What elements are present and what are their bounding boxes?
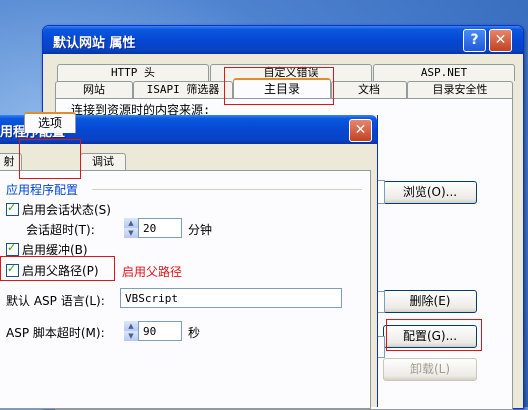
- tab-http-headers[interactable]: HTTP 头: [57, 64, 209, 81]
- tab-options[interactable]: 选项: [24, 112, 76, 133]
- tab-documents[interactable]: 文档: [331, 81, 407, 98]
- script-timeout-unit: 秒: [188, 326, 201, 340]
- remove-button[interactable]: 删除(E): [383, 290, 477, 313]
- close-button[interactable]: ✕: [489, 29, 512, 52]
- tab-aspnet[interactable]: ASP.NET: [373, 64, 515, 81]
- session-timeout-input[interactable]: 20: [138, 218, 182, 238]
- buffering-checkbox[interactable]: [6, 241, 19, 256]
- tab-website[interactable]: 网站: [55, 81, 133, 98]
- tab-directory-security[interactable]: 目录安全性: [407, 81, 513, 98]
- script-timeout-spinner[interactable]: ▲ ▼: [124, 321, 138, 341]
- session-timeout-unit: 分钟: [188, 223, 213, 237]
- browse-button[interactable]: 浏览(O)...: [383, 181, 477, 204]
- session-timeout-spinner[interactable]: ▲ ▼: [124, 218, 138, 238]
- spin-down-icon[interactable]: ▼: [124, 331, 138, 341]
- spin-up-icon[interactable]: ▲: [124, 321, 138, 331]
- help-button[interactable]: ?: [463, 29, 486, 52]
- app-config-close-button[interactable]: ✕: [349, 119, 372, 142]
- parent-paths-annotation: 启用父路径: [122, 265, 183, 279]
- default-language-label: 默认 ASP 语言(L):: [6, 294, 105, 308]
- sliver-field-3: [377, 336, 385, 358]
- highlight-configure-button: [386, 319, 482, 351]
- session-state-label: 启用会话状态(S): [22, 203, 111, 217]
- session-timeout-label: 会话超时(T):: [26, 223, 95, 237]
- tab-isapi-filters[interactable]: ISAPI 筛选器: [133, 81, 233, 98]
- properties-titlebar[interactable]: 默认网站 属性 ? ✕: [43, 26, 523, 54]
- default-language-input[interactable]: VBScript: [120, 288, 342, 308]
- group-app-config-label: 应用程序配置: [6, 183, 79, 197]
- spin-down-icon[interactable]: ▼: [124, 228, 138, 238]
- highlight-parent-paths: [0, 256, 115, 281]
- properties-title: 默认网站 属性: [53, 36, 136, 51]
- script-timeout-input[interactable]: 90: [138, 321, 182, 341]
- spin-up-icon[interactable]: ▲: [124, 218, 138, 228]
- sliver-field-1: [377, 180, 385, 204]
- sliver-field-2: [377, 291, 385, 313]
- unload-button: 卸载(L): [383, 358, 477, 381]
- session-state-checkbox[interactable]: [6, 201, 19, 216]
- highlight-home-directory-tab: [224, 67, 334, 105]
- highlight-options-tab: [19, 139, 81, 179]
- group-divider: [92, 189, 362, 190]
- tab-debugging[interactable]: 调试: [80, 153, 126, 171]
- script-timeout-label: ASP 脚本超时(M):: [6, 326, 105, 340]
